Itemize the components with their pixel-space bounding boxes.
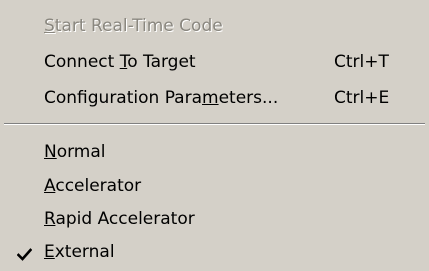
menu-separator bbox=[4, 123, 425, 125]
simulation-menu: Start Real-Time Code Connect To Target C… bbox=[0, 0, 429, 271]
menu-item-label: Rapid Accelerator bbox=[44, 209, 195, 229]
mnemonic-char: N bbox=[44, 142, 57, 162]
mnemonic-char: E bbox=[44, 242, 55, 262]
menu-item-label: External bbox=[44, 242, 115, 262]
menu-item-label: Accelerator bbox=[44, 176, 142, 196]
menu-item-label: Normal bbox=[44, 142, 106, 162]
menu-item-configuration-parameters[interactable]: Configuration Parameters... Ctrl+E bbox=[0, 82, 429, 114]
mnemonic-char: m bbox=[202, 88, 219, 108]
menu-item-external[interactable]: External bbox=[0, 236, 429, 268]
menu-item-normal[interactable]: Normal bbox=[0, 136, 429, 168]
menu-item-shortcut: Ctrl+E bbox=[334, 88, 390, 108]
menu-item-connect-to-target[interactable]: Connect To Target Ctrl+T bbox=[0, 46, 429, 78]
menu-item-shortcut: Ctrl+T bbox=[334, 52, 389, 72]
menu-item-label: Start Real-Time Code bbox=[44, 16, 223, 36]
menu-item-accelerator[interactable]: Accelerator bbox=[0, 170, 429, 202]
mnemonic-char: A bbox=[44, 176, 56, 196]
menu-item-label: Configuration Parameters... bbox=[44, 88, 279, 108]
mnemonic-char: R bbox=[44, 209, 56, 229]
mnemonic-char: T bbox=[119, 52, 128, 72]
menu-item-rapid-accelerator[interactable]: Rapid Accelerator bbox=[0, 203, 429, 235]
checkmark-icon bbox=[16, 246, 33, 261]
menu-item-label: Connect To Target bbox=[44, 52, 196, 72]
mnemonic-char: S bbox=[44, 16, 55, 36]
menu-item-start-real-time-code[interactable]: Start Real-Time Code bbox=[0, 10, 429, 42]
